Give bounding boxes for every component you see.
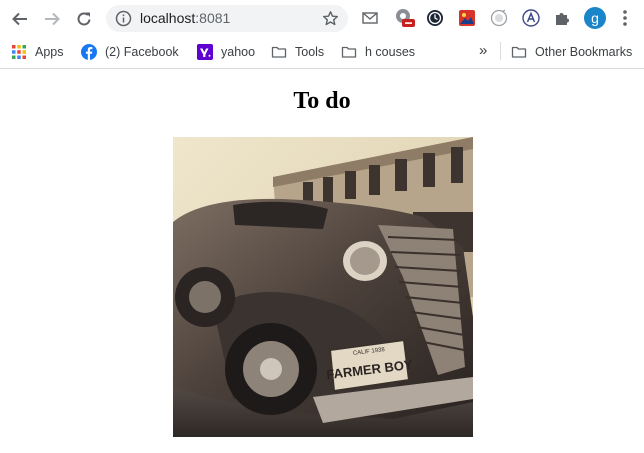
bookmark-other-bookmarks[interactable]: Other Bookmarks (511, 42, 632, 62)
bookmark-facebook[interactable]: (2) Facebook (81, 42, 179, 62)
back-arrow-icon (12, 12, 27, 26)
bookmark-apps[interactable]: Apps (11, 42, 64, 62)
bookmark-label: Apps (35, 45, 64, 59)
folder-icon (511, 46, 527, 58)
blocker-extension-icon[interactable] (394, 7, 416, 29)
bookmarks-overflow-button[interactable]: » (479, 40, 487, 60)
bookmark-h-couses-folder[interactable]: h couses (341, 42, 415, 62)
forward-button[interactable] (40, 7, 64, 31)
url-text: localhost:8081 (140, 10, 230, 26)
extensions-puzzle-icon[interactable] (553, 9, 571, 27)
folder-icon (271, 46, 287, 58)
facebook-icon (81, 44, 97, 60)
bookmark-tools-folder[interactable]: Tools (271, 42, 324, 62)
bookmark-label: Tools (295, 45, 325, 59)
car-illustration: CALIF 1938 FARMER BOY (173, 137, 473, 437)
bookmark-label: h couses (365, 45, 416, 59)
bookmarks-divider (500, 42, 501, 60)
bookmark-label: (2) Facebook (105, 45, 179, 59)
bookmark-star-icon[interactable] (322, 10, 339, 27)
bookmark-yahoo[interactable]: yahoo (197, 42, 255, 62)
address-bar[interactable]: localhost:8081 (106, 5, 348, 32)
site-info-icon[interactable] (115, 10, 132, 27)
bookmark-label: yahoo (221, 45, 256, 59)
menu-kebab-icon[interactable] (620, 9, 630, 27)
reload-icon (77, 12, 91, 26)
forward-arrow-icon (45, 12, 60, 26)
image-extension-icon[interactable] (458, 9, 476, 27)
url-host: localhost (140, 10, 196, 26)
bookmarks-bar: Apps (2) Facebook yahoo Tools h couses »… (0, 36, 644, 69)
back-button[interactable] (8, 7, 32, 31)
bookmark-label: Other Bookmarks (535, 45, 633, 59)
clock-extension-icon[interactable] (426, 9, 444, 27)
vintage-car-image: CALIF 1938 FARMER BOY (173, 137, 473, 437)
yahoo-icon (197, 44, 213, 60)
url-port: :8081 (195, 10, 231, 26)
profile-avatar[interactable]: g (584, 7, 606, 29)
record-extension-icon[interactable] (490, 9, 508, 27)
apps-grid-icon (12, 45, 26, 59)
font-extension-icon[interactable] (522, 9, 540, 27)
reload-button[interactable] (72, 7, 96, 31)
mail-extension-icon[interactable] (361, 9, 379, 27)
folder-icon (341, 46, 357, 58)
page-title: To do (293, 88, 351, 114)
browser-toolbar: localhost:8081 g (0, 0, 644, 36)
